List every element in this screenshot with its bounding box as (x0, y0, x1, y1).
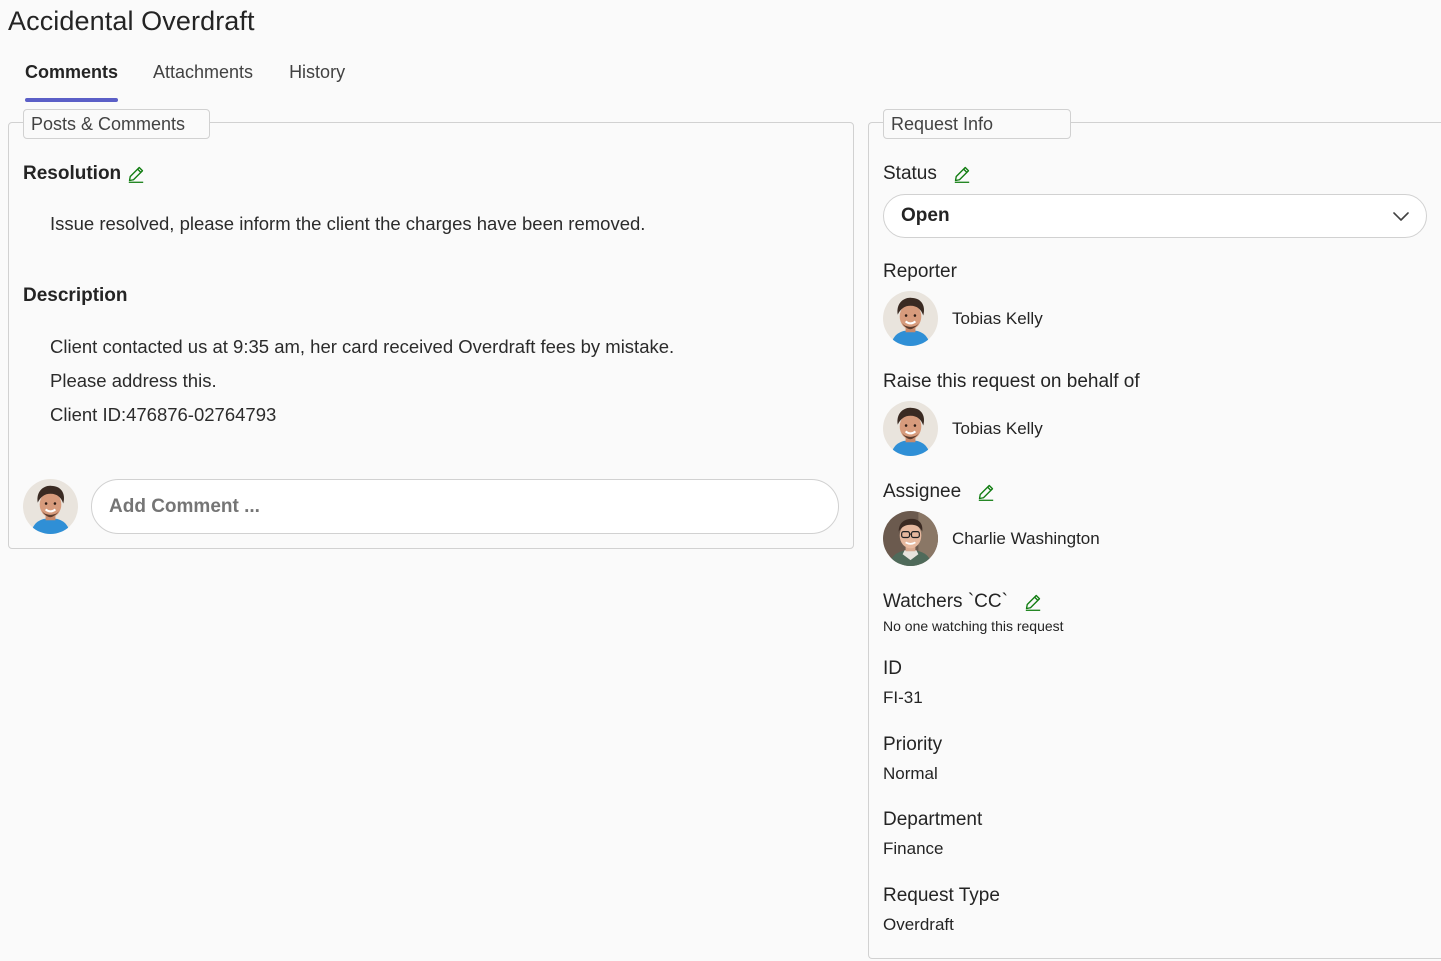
request-info-legend: Request Info (883, 109, 1071, 139)
department-field: Department Finance (883, 809, 982, 859)
avatar (883, 401, 938, 456)
tab-history[interactable]: History (270, 58, 362, 102)
behalf-name: Tobias Kelly (952, 418, 1043, 438)
description-text: Client contacted us at 9:35 am, her card… (50, 335, 674, 437)
reporter-person[interactable]: Tobias Kelly (883, 291, 1043, 346)
assignee-person[interactable]: Charlie Washington (883, 511, 1100, 566)
resolution-label: Resolution (23, 163, 122, 184)
request-info-panel: Request Info Status Open Reporter Tobias… (868, 109, 1441, 959)
posts-legend: Posts & Comments (23, 109, 210, 139)
current-user-avatar (23, 479, 78, 534)
page-title: Accidental Overdraft (8, 6, 255, 36)
status-field: Status (883, 163, 971, 185)
priority-label: Priority (883, 734, 943, 755)
reporter-label: Reporter (883, 261, 957, 282)
resolution-text: Issue resolved, please inform the client… (50, 213, 646, 234)
description-line: Client contacted us at 9:35 am, her card… (50, 336, 675, 357)
assignee-name: Charlie Washington (952, 528, 1100, 548)
id-label: ID (883, 658, 902, 679)
priority-value: Normal (883, 764, 938, 783)
edit-watchers-pencil-icon[interactable] (1024, 593, 1042, 611)
status-dropdown[interactable]: Open (883, 194, 1427, 238)
edit-resolution-pencil-icon[interactable] (127, 165, 145, 183)
request-type-field: Request Type Overdraft (883, 885, 1000, 935)
behalf-label: Raise this request on behalf of (883, 371, 1140, 392)
status-label: Status (883, 163, 937, 184)
description-label: Description (23, 285, 128, 306)
watchers-label: Watchers `CC` (883, 591, 1008, 612)
assignee-label: Assignee (883, 481, 962, 502)
tab-comments[interactable]: Comments (8, 58, 135, 102)
behalf-person[interactable]: Tobias Kelly (883, 401, 1140, 456)
add-comment-input[interactable] (91, 479, 839, 534)
description-line: Client ID:476876-02764793 (50, 404, 277, 425)
edit-assignee-pencil-icon[interactable] (977, 483, 995, 501)
tab-attachments[interactable]: Attachments (135, 58, 270, 102)
resolution-label-row: Resolution (23, 163, 145, 185)
department-value: Finance (883, 839, 944, 858)
watchers-field: Watchers `CC` No one watching this reque… (883, 591, 1064, 634)
id-field: ID FI-31 (883, 658, 923, 708)
request-type-value: Overdraft (883, 915, 954, 934)
edit-status-pencil-icon[interactable] (953, 165, 971, 183)
avatar (883, 291, 938, 346)
id-value: FI-31 (883, 688, 923, 707)
priority-field: Priority Normal (883, 734, 942, 784)
request-type-label: Request Type (883, 885, 1000, 906)
watchers-text: No one watching this request (883, 618, 1064, 634)
tab-bar: Comments Attachments History (8, 58, 362, 102)
department-label: Department (883, 809, 983, 830)
avatar (883, 511, 938, 566)
status-value: Open (901, 205, 950, 226)
reporter-name: Tobias Kelly (952, 308, 1043, 328)
assignee-field: Assignee Charlie Washington (883, 481, 1100, 566)
chevron-down-icon (1393, 212, 1409, 221)
description-line: Please address this. (50, 370, 217, 391)
posts-panel: Posts & Comments Resolution Issue resolv… (8, 109, 854, 549)
behalf-field: Raise this request on behalf of Tobias K… (883, 371, 1140, 456)
reporter-field: Reporter Tobias Kelly (883, 261, 1043, 346)
